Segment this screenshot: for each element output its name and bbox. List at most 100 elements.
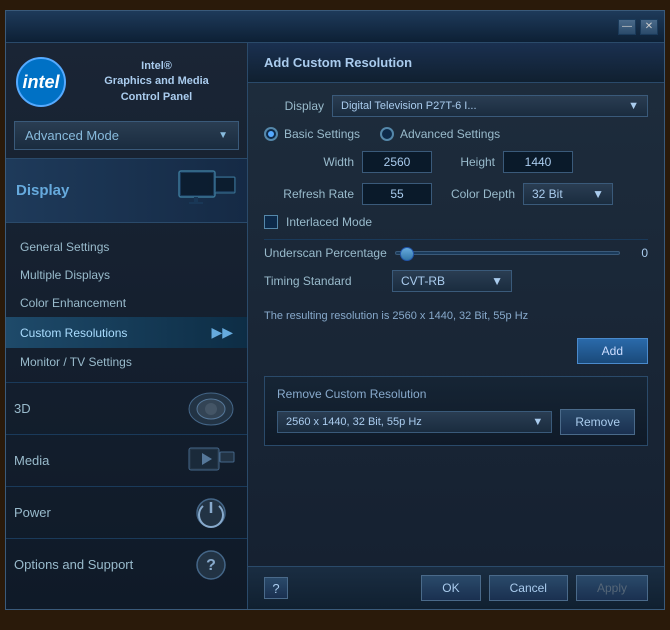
timing-row: Timing Standard CVT-RB ▼	[264, 270, 648, 292]
panel-body: Display Digital Television P27T-6 I... ▼…	[248, 83, 664, 566]
chevron-down-icon: ▼	[628, 100, 639, 112]
interlaced-label: Interlaced Mode	[286, 215, 372, 229]
chevron-down-icon: ▼	[592, 187, 604, 201]
media-icon	[184, 440, 239, 482]
nav-label: Color Enhancement	[20, 296, 126, 310]
underscan-value: 0	[628, 246, 648, 260]
nav-group: General Settings Multiple Displays Color…	[6, 227, 247, 382]
close-button[interactable]: ✕	[640, 19, 658, 35]
sidebar-item-power[interactable]: Power	[6, 486, 247, 538]
remove-resolution-select[interactable]: 2560 x 1440, 32 Bit, 55p Hz ▼	[277, 411, 552, 433]
radio-indicator	[264, 127, 278, 141]
display-section[interactable]: Display	[6, 158, 247, 223]
radio-indicator	[380, 127, 394, 141]
intel-logo: intel	[16, 57, 66, 107]
panel-title: Add Custom Resolution	[264, 55, 648, 70]
display-select[interactable]: Digital Television P27T-6 I... ▼	[332, 95, 648, 117]
refresh-rate-input[interactable]	[362, 183, 432, 205]
mode-label: Advanced Mode	[25, 128, 119, 143]
dimensions-row: Width Height	[264, 151, 648, 173]
remove-row: 2560 x 1440, 32 Bit, 55p Hz ▼ Remove	[277, 409, 635, 435]
minimize-button[interactable]: —	[618, 19, 636, 35]
cancel-button[interactable]: Cancel	[489, 575, 568, 601]
feature-items: 3D Media	[6, 382, 247, 590]
display-icon	[177, 169, 237, 212]
color-depth-select[interactable]: 32 Bit ▼	[523, 183, 613, 205]
divider	[264, 239, 648, 240]
basic-settings-radio[interactable]: Basic Settings	[264, 127, 360, 141]
add-button[interactable]: Add	[577, 338, 648, 364]
sidebar-item-general-settings[interactable]: General Settings	[6, 233, 247, 261]
timing-select[interactable]: CVT-RB ▼	[392, 270, 512, 292]
chevron-down-icon: ▼	[532, 416, 543, 428]
display-label: Display	[16, 182, 69, 199]
3d-icon	[184, 388, 239, 430]
nav-label: Monitor / TV Settings	[20, 355, 132, 369]
chevron-down-icon: ▼	[491, 274, 503, 288]
nav-label: Custom Resolutions	[20, 326, 127, 340]
nav-label: Multiple Displays	[20, 268, 110, 282]
advanced-settings-radio[interactable]: Advanced Settings	[380, 127, 500, 141]
width-label: Width	[264, 155, 354, 169]
underscan-row: Underscan Percentage 0	[264, 246, 648, 260]
title-bar: — ✕	[6, 11, 664, 43]
result-text: The resulting resolution is 2560 x 1440,…	[264, 304, 648, 328]
bottom-bar: ? OK Cancel Apply	[248, 566, 664, 609]
slider-thumb	[400, 247, 414, 261]
display-field-label: Display	[264, 99, 324, 113]
feature-label-options-support: Options and Support	[14, 557, 176, 572]
display-select-value: Digital Television P27T-6 I...	[341, 100, 477, 112]
feature-label-power: Power	[14, 505, 176, 520]
interlaced-row: Interlaced Mode	[264, 215, 648, 229]
feature-label-media: Media	[14, 453, 176, 468]
color-depth-label: Color Depth	[440, 187, 515, 201]
interlaced-checkbox[interactable]	[264, 215, 278, 229]
remove-section: Remove Custom Resolution 2560 x 1440, 32…	[264, 376, 648, 446]
sidebar-item-color-enhancement[interactable]: Color Enhancement	[6, 289, 247, 317]
sidebar-item-3d[interactable]: 3D	[6, 382, 247, 434]
mode-dropdown[interactable]: Advanced Mode ▼	[14, 121, 239, 150]
sidebar-item-monitor-settings[interactable]: Monitor / TV Settings	[6, 348, 247, 376]
advanced-settings-label: Advanced Settings	[400, 127, 500, 141]
sidebar-item-custom-resolutions[interactable]: Custom Resolutions ▶▶	[6, 317, 247, 348]
underscan-label: Underscan Percentage	[264, 246, 387, 260]
main-content: intel Intel®Graphics and MediaControl Pa…	[6, 43, 664, 609]
sidebar: intel Intel®Graphics and MediaControl Pa…	[6, 43, 248, 609]
refresh-color-row: Refresh Rate Color Depth 32 Bit ▼	[264, 183, 648, 205]
underscan-slider[interactable]	[395, 251, 620, 255]
title-bar-buttons: — ✕	[618, 19, 658, 35]
timing-value: CVT-RB	[401, 274, 445, 288]
display-row: Display Digital Television P27T-6 I... ▼	[264, 95, 648, 117]
basic-settings-label: Basic Settings	[284, 127, 360, 141]
color-depth-value: 32 Bit	[532, 187, 563, 201]
logo-area: intel Intel®Graphics and MediaControl Pa…	[6, 43, 247, 121]
height-label: Height	[440, 155, 495, 169]
options-icon: ?	[184, 544, 239, 586]
remove-button[interactable]: Remove	[560, 409, 635, 435]
settings-radio-group: Basic Settings Advanced Settings	[264, 127, 648, 141]
sidebar-item-multiple-displays[interactable]: Multiple Displays	[6, 261, 247, 289]
nav-label: General Settings	[20, 240, 109, 254]
remove-section-title: Remove Custom Resolution	[277, 387, 635, 401]
svg-text:?: ?	[206, 557, 216, 574]
width-input[interactable]	[362, 151, 432, 173]
arrow-icon: ▶▶	[211, 324, 233, 341]
app-title: Intel®Graphics and MediaControl Panel	[76, 59, 237, 105]
apply-button[interactable]: Apply	[576, 575, 648, 601]
sidebar-item-options-support[interactable]: Options and Support ?	[6, 538, 247, 590]
sidebar-item-media[interactable]: Media	[6, 434, 247, 486]
right-panel: Add Custom Resolution Display Digital Te…	[248, 43, 664, 609]
feature-label-3d: 3D	[14, 401, 176, 416]
intel-logo-text: intel	[22, 72, 59, 93]
timing-label: Timing Standard	[264, 274, 384, 288]
main-window: — ✕ intel Intel®Graphics and MediaContro…	[5, 10, 665, 610]
power-icon	[184, 492, 239, 534]
remove-select-value: 2560 x 1440, 32 Bit, 55p Hz	[286, 416, 422, 428]
chevron-down-icon: ▼	[218, 130, 228, 141]
add-button-row: Add	[264, 338, 648, 364]
ok-button[interactable]: OK	[421, 575, 480, 601]
help-button[interactable]: ?	[264, 577, 288, 599]
refresh-rate-label: Refresh Rate	[264, 187, 354, 201]
panel-header: Add Custom Resolution	[248, 43, 664, 83]
height-input[interactable]	[503, 151, 573, 173]
